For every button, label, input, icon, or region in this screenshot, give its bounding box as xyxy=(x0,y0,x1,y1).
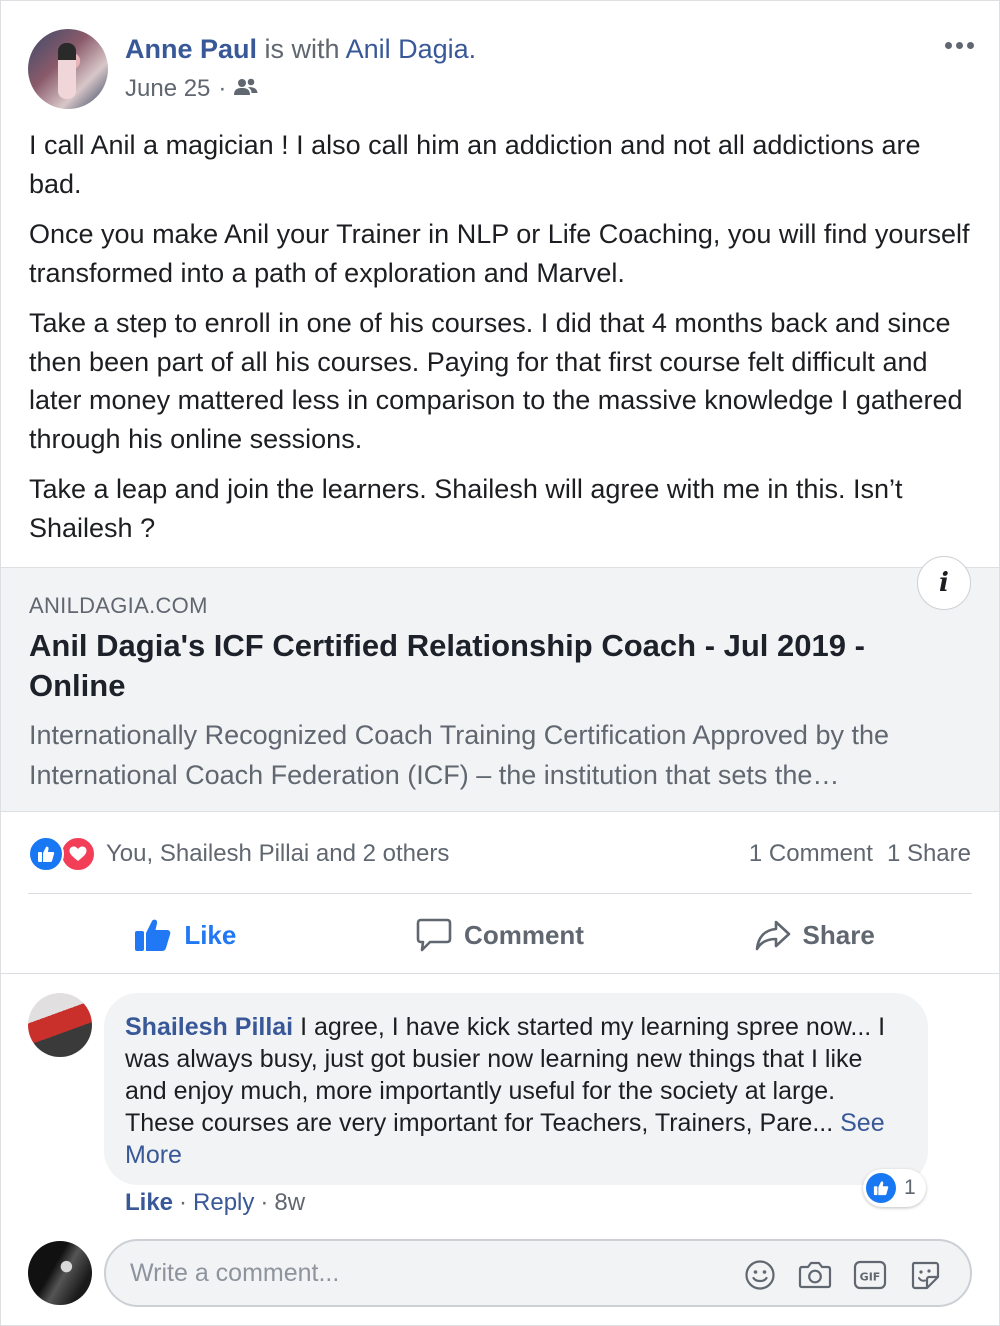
post-paragraph: Once you make Anil your Trainer in NLP o… xyxy=(29,219,970,288)
link-domain: ANILDAGIA.COM xyxy=(29,593,208,618)
post-card: Anne Paul is with Anil Dagia. June 25 · … xyxy=(0,0,1000,1326)
friends-audience-icon[interactable] xyxy=(234,75,258,103)
dot-icon xyxy=(955,41,963,49)
author-name[interactable]: Anne Paul xyxy=(125,34,257,64)
share-button[interactable]: Share xyxy=(657,896,972,974)
post-date[interactable]: June 25 xyxy=(125,75,210,103)
like-reaction-icon xyxy=(866,1173,896,1203)
post-meta: June 25 · xyxy=(125,75,258,103)
post-header: Anne Paul is with Anil Dagia. xyxy=(125,34,476,65)
current-user-avatar xyxy=(28,1241,92,1305)
share-count[interactable]: 1 Share xyxy=(887,840,971,868)
link-preview[interactable]: i ANILDAGIA.COM Anil Dagia's ICF Certifi… xyxy=(1,556,999,812)
reaction-summary[interactable]: You, Shailesh Pillai and 2 others xyxy=(28,836,449,872)
action-bar: Like Comment Share xyxy=(28,896,972,974)
comment-label: Comment xyxy=(464,919,584,950)
comment-composer[interactable]: GIF xyxy=(104,1239,972,1307)
engagement-counts: 1 Comment 1 Share xyxy=(749,840,971,868)
comment-icon xyxy=(416,918,452,952)
info-icon[interactable]: i xyxy=(917,556,971,610)
comment-button[interactable]: Comment xyxy=(343,896,658,974)
gif-icon[interactable]: GIF xyxy=(852,1257,888,1293)
link-description: Internationally Recognized Coach Trainin… xyxy=(29,720,890,790)
meta-separator: · xyxy=(260,1189,269,1216)
sticker-icon[interactable] xyxy=(907,1257,943,1293)
comment-reaction-count: 1 xyxy=(904,1176,916,1199)
with-text: is with xyxy=(257,34,346,64)
meta-separator: · xyxy=(179,1189,188,1216)
like-button[interactable]: Like xyxy=(28,896,343,974)
share-label: Share xyxy=(802,919,875,950)
comment-count[interactable]: 1 Comment xyxy=(749,840,873,868)
svg-text:GIF: GIF xyxy=(860,1271,881,1284)
commenter-avatar[interactable] xyxy=(28,993,92,1057)
tagged-person[interactable]: Anil Dagia. xyxy=(346,34,477,64)
comment-meta: Like · Reply · 8w xyxy=(125,1189,305,1217)
comment-reply-link[interactable]: Reply xyxy=(193,1189,254,1217)
more-options-button[interactable] xyxy=(941,31,977,59)
camera-icon[interactable] xyxy=(797,1257,833,1293)
dot-icon xyxy=(966,41,974,49)
like-label: Like xyxy=(184,919,237,950)
meta-separator: · xyxy=(218,75,227,102)
post-body: I call Anil a magician ! I also call him… xyxy=(29,126,979,559)
comment-time[interactable]: 8w xyxy=(274,1189,305,1217)
post-paragraph: I call Anil a magician ! I also call him… xyxy=(29,130,921,199)
author-avatar[interactable] xyxy=(28,29,108,109)
dot-icon xyxy=(944,41,952,49)
thumbs-up-icon xyxy=(135,919,171,951)
reaction-names[interactable]: You, Shailesh Pillai and 2 others xyxy=(106,840,449,868)
link-title[interactable]: Anil Dagia's ICF Certified Relationship … xyxy=(29,626,959,706)
comment-bubble: Shailesh Pillai I agree, I have kick sta… xyxy=(104,993,928,1185)
comment-like-link[interactable]: Like xyxy=(125,1189,173,1217)
comment-input[interactable] xyxy=(130,1241,730,1305)
divider xyxy=(1,973,999,974)
like-reaction-icon xyxy=(28,836,64,872)
post-paragraph: Take a leap and join the learners. Shail… xyxy=(29,474,903,543)
emoji-icon[interactable] xyxy=(742,1257,778,1293)
comment-author[interactable]: Shailesh Pillai xyxy=(125,1013,293,1041)
post-paragraph: Take a step to enroll in one of his cour… xyxy=(29,308,963,454)
divider xyxy=(28,893,972,894)
share-icon xyxy=(755,920,790,951)
love-reaction-icon xyxy=(60,836,96,872)
comment-reaction-badge[interactable]: 1 xyxy=(863,1169,926,1207)
